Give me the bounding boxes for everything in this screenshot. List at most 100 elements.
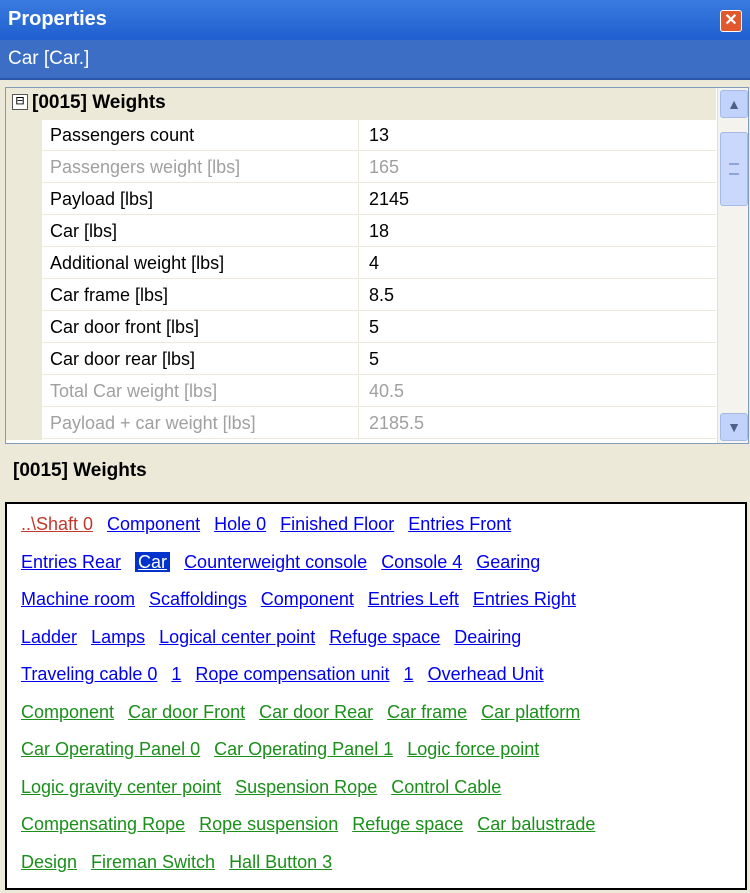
- property-name: Car door front [lbs]: [42, 312, 359, 343]
- property-row[interactable]: Passengers count 13: [6, 120, 716, 152]
- property-row[interactable]: Car frame [lbs] 8.5: [6, 280, 716, 312]
- navigation-link[interactable]: Car door Front: [128, 702, 245, 722]
- link-line: Component Car door Front Car door Rear Car …: [21, 702, 594, 723]
- navigation-link[interactable]: Car door Rear: [259, 702, 373, 722]
- link-line: Car Operating Panel 0 Car Operating Panel…: [21, 739, 553, 760]
- navigation-link[interactable]: Gearing: [476, 552, 540, 572]
- row-gutter: [6, 280, 42, 312]
- navigation-link[interactable]: Deairing: [454, 627, 521, 647]
- navigation-link[interactable]: ..\Shaft 0: [21, 514, 93, 534]
- property-row[interactable]: Car [lbs] 18: [6, 216, 716, 248]
- property-rows: Passengers count 13 Passengers weight [lbs…: [6, 120, 716, 440]
- property-value[interactable]: 5: [359, 344, 716, 375]
- property-value[interactable]: 18: [359, 216, 716, 247]
- link-line: Ladder Lamps Logical center point Refuge sp…: [21, 627, 535, 648]
- navigation-link[interactable]: Overhead Unit: [428, 664, 544, 684]
- navigation-link[interactable]: Console 4: [381, 552, 462, 572]
- navigation-link[interactable]: Component: [261, 589, 354, 609]
- navigation-link[interactable]: Component: [21, 702, 114, 722]
- window-titlebar: Properties ✕: [0, 0, 750, 40]
- navigation-link[interactable]: Suspension Rope: [235, 777, 377, 797]
- navigation-link[interactable]: Machine room: [21, 589, 135, 609]
- navigation-link[interactable]: 1: [171, 664, 181, 684]
- property-value[interactable]: 4: [359, 248, 716, 279]
- navigation-link[interactable]: Refuge space: [352, 814, 463, 834]
- navigation-link[interactable]: Finished Floor: [280, 514, 394, 534]
- navigation-link[interactable]: Hall Button 3: [229, 852, 332, 872]
- property-value[interactable]: 8.5: [359, 280, 716, 311]
- navigation-link[interactable]: Ladder: [21, 627, 77, 647]
- navigation-link[interactable]: 1: [404, 664, 414, 684]
- navigation-link[interactable]: Counterweight console: [184, 552, 367, 572]
- scroll-up-icon[interactable]: ▲: [720, 90, 748, 118]
- row-gutter: [6, 312, 42, 344]
- category-header[interactable]: ⊟ [0015] Weights: [6, 88, 716, 120]
- scrollbar[interactable]: ▲ ▼: [717, 88, 748, 443]
- property-row[interactable]: Car door rear [lbs] 5: [6, 344, 716, 376]
- row-gutter: [6, 408, 42, 440]
- navigation-link[interactable]: Car Operating Panel 1: [214, 739, 393, 759]
- property-row[interactable]: Additional weight [lbs] 4: [6, 248, 716, 280]
- property-row[interactable]: Payload + car weight [lbs] 2185.5: [6, 408, 716, 440]
- link-line: Machine room Scaffoldings Component Entries…: [21, 589, 590, 610]
- property-row[interactable]: Total Car weight [lbs] 40.5: [6, 376, 716, 408]
- row-gutter: [6, 152, 42, 184]
- property-row[interactable]: Passengers weight [lbs] 165: [6, 152, 716, 184]
- navigation-link[interactable]: Refuge space: [329, 627, 440, 647]
- navigation-link[interactable]: Entries Left: [368, 589, 459, 609]
- property-name: Passengers count: [42, 120, 359, 151]
- navigation-link[interactable]: Car frame: [387, 702, 467, 722]
- property-name: Car door rear [lbs]: [42, 344, 359, 375]
- property-value[interactable]: 13: [359, 120, 716, 151]
- object-selector[interactable]: Car [Car.]: [0, 40, 750, 80]
- link-line: Logic gravity center point Suspension Rop…: [21, 777, 515, 798]
- property-name: Additional weight [lbs]: [42, 248, 359, 279]
- link-panel: ..\Shaft 0 Component Hole 0 Finished Floor E…: [5, 502, 747, 890]
- scroll-thumb[interactable]: [720, 132, 748, 206]
- navigation-link[interactable]: Traveling cable 0: [21, 664, 157, 684]
- navigation-link[interactable]: Car Operating Panel 0: [21, 739, 200, 759]
- navigation-link[interactable]: Entries Right: [473, 589, 576, 609]
- property-value: 40.5: [359, 376, 716, 407]
- navigation-link[interactable]: Logical center point: [159, 627, 315, 647]
- row-gutter: [6, 184, 42, 216]
- navigation-link[interactable]: Component: [107, 514, 200, 534]
- navigation-link[interactable]: Car platform: [481, 702, 580, 722]
- row-gutter: [6, 248, 42, 280]
- property-grid: ⊟ [0015] Weights Passengers count 13 Passe…: [5, 87, 749, 444]
- property-value[interactable]: 5: [359, 312, 716, 343]
- grip-icon: [729, 163, 739, 175]
- link-line: Traveling cable 0 1 Rope compensation unit…: [21, 664, 558, 685]
- navigation-link[interactable]: Rope compensation unit: [195, 664, 389, 684]
- navigation-link[interactable]: Lamps: [91, 627, 145, 647]
- property-value[interactable]: 2145: [359, 184, 716, 215]
- navigation-link[interactable]: Logic gravity center point: [21, 777, 221, 797]
- property-name: Passengers weight [lbs]: [42, 152, 359, 183]
- navigation-link[interactable]: Car: [135, 551, 171, 572]
- navigation-link[interactable]: Hole 0: [214, 514, 266, 534]
- navigation-link[interactable]: Scaffoldings: [149, 589, 247, 609]
- link-line: Design Fireman Switch Hall Button 3: [21, 852, 346, 873]
- property-row[interactable]: Car door front [lbs] 5: [6, 312, 716, 344]
- property-value: 165: [359, 152, 716, 183]
- navigation-link[interactable]: Car balustrade: [477, 814, 595, 834]
- navigation-link[interactable]: Logic force point: [407, 739, 539, 759]
- navigation-link[interactable]: Rope suspension: [199, 814, 338, 834]
- property-name: Car frame [lbs]: [42, 280, 359, 311]
- navigation-link[interactable]: Design: [21, 852, 77, 872]
- property-name: Payload + car weight [lbs]: [42, 408, 359, 439]
- close-icon[interactable]: ✕: [720, 10, 742, 32]
- row-gutter: [6, 376, 42, 408]
- navigation-link[interactable]: Fireman Switch: [91, 852, 215, 872]
- property-name: Car [lbs]: [42, 216, 359, 247]
- property-row[interactable]: Payload [lbs] 2145: [6, 184, 716, 216]
- property-value: 2185.5: [359, 408, 716, 439]
- collapse-icon[interactable]: ⊟: [12, 94, 28, 110]
- navigation-link[interactable]: Control Cable: [391, 777, 501, 797]
- navigation-link[interactable]: Entries Front: [408, 514, 511, 534]
- navigation-link[interactable]: Entries Rear: [21, 552, 121, 572]
- scroll-down-icon[interactable]: ▼: [720, 413, 748, 441]
- navigation-link[interactable]: Compensating Rope: [21, 814, 185, 834]
- row-gutter: [6, 120, 42, 152]
- description-panel: [0015] Weights: [5, 448, 747, 500]
